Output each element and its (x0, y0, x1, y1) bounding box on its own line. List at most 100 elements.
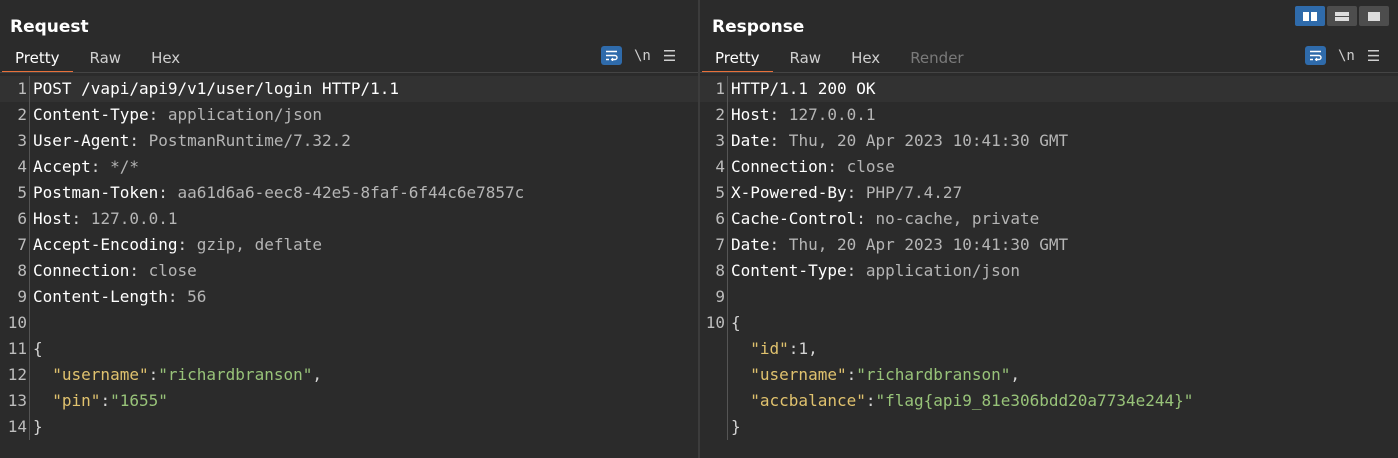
line-number: 3 (700, 128, 728, 154)
code-line: 7 Accept-Encoding: gzip, deflate (0, 232, 698, 258)
json-comma: , (312, 365, 322, 384)
line-number: 8 (0, 258, 30, 284)
header-name: Accept-Encoding (33, 235, 178, 254)
request-panel: Request Pretty Raw Hex \n ☰ 1 POST /vapi/… (0, 0, 698, 458)
line-number: 4 (0, 154, 30, 180)
request-editor[interactable]: 1 POST /vapi/api9/v1/user/login HTTP/1.1 2… (0, 76, 698, 440)
line-content: { (30, 336, 43, 362)
header-name: Connection (33, 261, 130, 280)
code-line: 9 (700, 284, 1398, 310)
line-content: Date: Thu, 20 Apr 2023 10:41:30 GMT (728, 232, 1068, 258)
tab-pretty[interactable]: Pretty (702, 46, 773, 73)
tab-hex[interactable]: Hex (838, 46, 893, 71)
layout-switcher (1295, 6, 1389, 26)
code-line: 1 POST /vapi/api9/v1/user/login HTTP/1.1 (0, 76, 698, 102)
json-string-value: "flag{api9_81e306bdd20a7734e244}" (875, 391, 1194, 410)
menu-icon[interactable]: ☰ (1367, 47, 1380, 65)
line-number: 14 (0, 414, 30, 440)
tab-raw[interactable]: Raw (777, 46, 835, 71)
split-vertical-icon[interactable] (1327, 6, 1357, 26)
code-line: 5 X-Powered-By: PHP/7.4.27 (700, 180, 1398, 206)
code-line: 3 User-Agent: PostmanRuntime/7.32.2 (0, 128, 698, 154)
line-content: User-Agent: PostmanRuntime/7.32.2 (30, 128, 351, 154)
json-brace: } (33, 417, 43, 436)
header-colon: : (846, 261, 857, 280)
line-content: Cache-Control: no-cache, private (728, 206, 1039, 232)
json-key: "pin" (52, 391, 101, 410)
line-number: 9 (700, 284, 728, 310)
tab-pretty[interactable]: Pretty (2, 46, 73, 73)
single-pane-icon[interactable] (1359, 6, 1389, 26)
header-value: */* (100, 157, 139, 176)
tab-raw[interactable]: Raw (77, 46, 135, 71)
json-string-value: "richardbranson" (158, 365, 313, 384)
line-number: 12 (0, 362, 30, 388)
menu-icon[interactable]: ☰ (663, 47, 676, 65)
line-content: Connection: close (728, 154, 895, 180)
code-line: 9 Content-Length: 56 (0, 284, 698, 310)
newline-toggle-button[interactable]: \n (1338, 48, 1355, 64)
header-colon: : (177, 235, 188, 254)
request-title: Request (10, 17, 89, 37)
line-number: 7 (0, 232, 30, 258)
header-value: close (836, 157, 895, 176)
json-colon: : (148, 365, 159, 384)
header-name: X-Powered-By (731, 183, 847, 202)
code-line: 11{ (0, 336, 698, 362)
line-number: 1 (700, 76, 728, 102)
header-name: Date (731, 131, 770, 150)
line-content: POST /vapi/api9/v1/user/login HTTP/1.1 (30, 76, 399, 102)
code-line: 14} (0, 414, 698, 440)
word-wrap-icon[interactable] (1305, 46, 1326, 65)
request-tools: \n ☰ (601, 46, 676, 65)
line-number (700, 362, 728, 388)
response-panel: Response Pretty Raw Hex Render \n ☰ 1 HTT… (700, 0, 1398, 458)
response-tools: \n ☰ (1305, 46, 1380, 65)
json-brace: { (731, 313, 741, 332)
code-line: 8 Content-Type: application/json (700, 258, 1398, 284)
header-name: Content-Length (33, 287, 168, 306)
line-content (728, 284, 731, 310)
header-colon: : (129, 131, 139, 150)
line-content: Host: 127.0.0.1 (728, 102, 876, 128)
response-editor[interactable]: 1 HTTP/1.1 200 OK 2 Host: 127.0.0.1 3 Date: T… (700, 76, 1398, 440)
line-content: Connection: close (30, 258, 197, 284)
header-value: 127.0.0.1 (779, 105, 876, 124)
header-name: Cache-Control (731, 209, 857, 228)
json-key: "username" (750, 365, 847, 384)
line-content: "accbalance":"flag{api9_81e306bdd20a7734… (728, 388, 1193, 414)
line-number: 11 (0, 336, 30, 362)
json-string-value: "richardbranson" (856, 365, 1011, 384)
json-brace: { (33, 339, 43, 358)
header-value: aa61d6a6-eec8-42e5-8faf-6f44c6e7857c (167, 183, 525, 202)
header-value: Thu, 20 Apr 2023 10:41:30 GMT (779, 131, 1069, 150)
header-value: application/json (158, 105, 322, 124)
line-content: Accept: */* (30, 154, 139, 180)
json-colon: : (865, 391, 876, 410)
line-content: { (728, 310, 741, 336)
newline-toggle-button[interactable]: \n (634, 48, 651, 64)
code-line: "id":1, (700, 336, 1398, 362)
header-colon: : (769, 131, 780, 150)
start-line: HTTP/1.1 200 OK (731, 79, 876, 98)
line-content: Host: 127.0.0.1 (30, 206, 178, 232)
line-content: } (30, 414, 43, 440)
code-line: "username":"richardbranson", (700, 362, 1398, 388)
code-line: } (700, 414, 1398, 440)
word-wrap-icon[interactable] (601, 46, 622, 65)
line-number: 9 (0, 284, 30, 310)
tab-hex[interactable]: Hex (138, 46, 193, 71)
header-colon: : (827, 157, 837, 176)
code-line: 13 "pin":"1655" (0, 388, 698, 414)
line-content: Content-Type: application/json (728, 258, 1020, 284)
line-content: Content-Type: application/json (30, 102, 322, 128)
code-line: 6 Host: 127.0.0.1 (0, 206, 698, 232)
code-line: 6 Cache-Control: no-cache, private (700, 206, 1398, 232)
header-value: application/json (856, 261, 1020, 280)
line-number: 10 (700, 310, 728, 336)
tab-render: Render (910, 49, 964, 67)
line-number: 5 (0, 180, 30, 206)
split-horizontal-icon[interactable] (1295, 6, 1325, 26)
